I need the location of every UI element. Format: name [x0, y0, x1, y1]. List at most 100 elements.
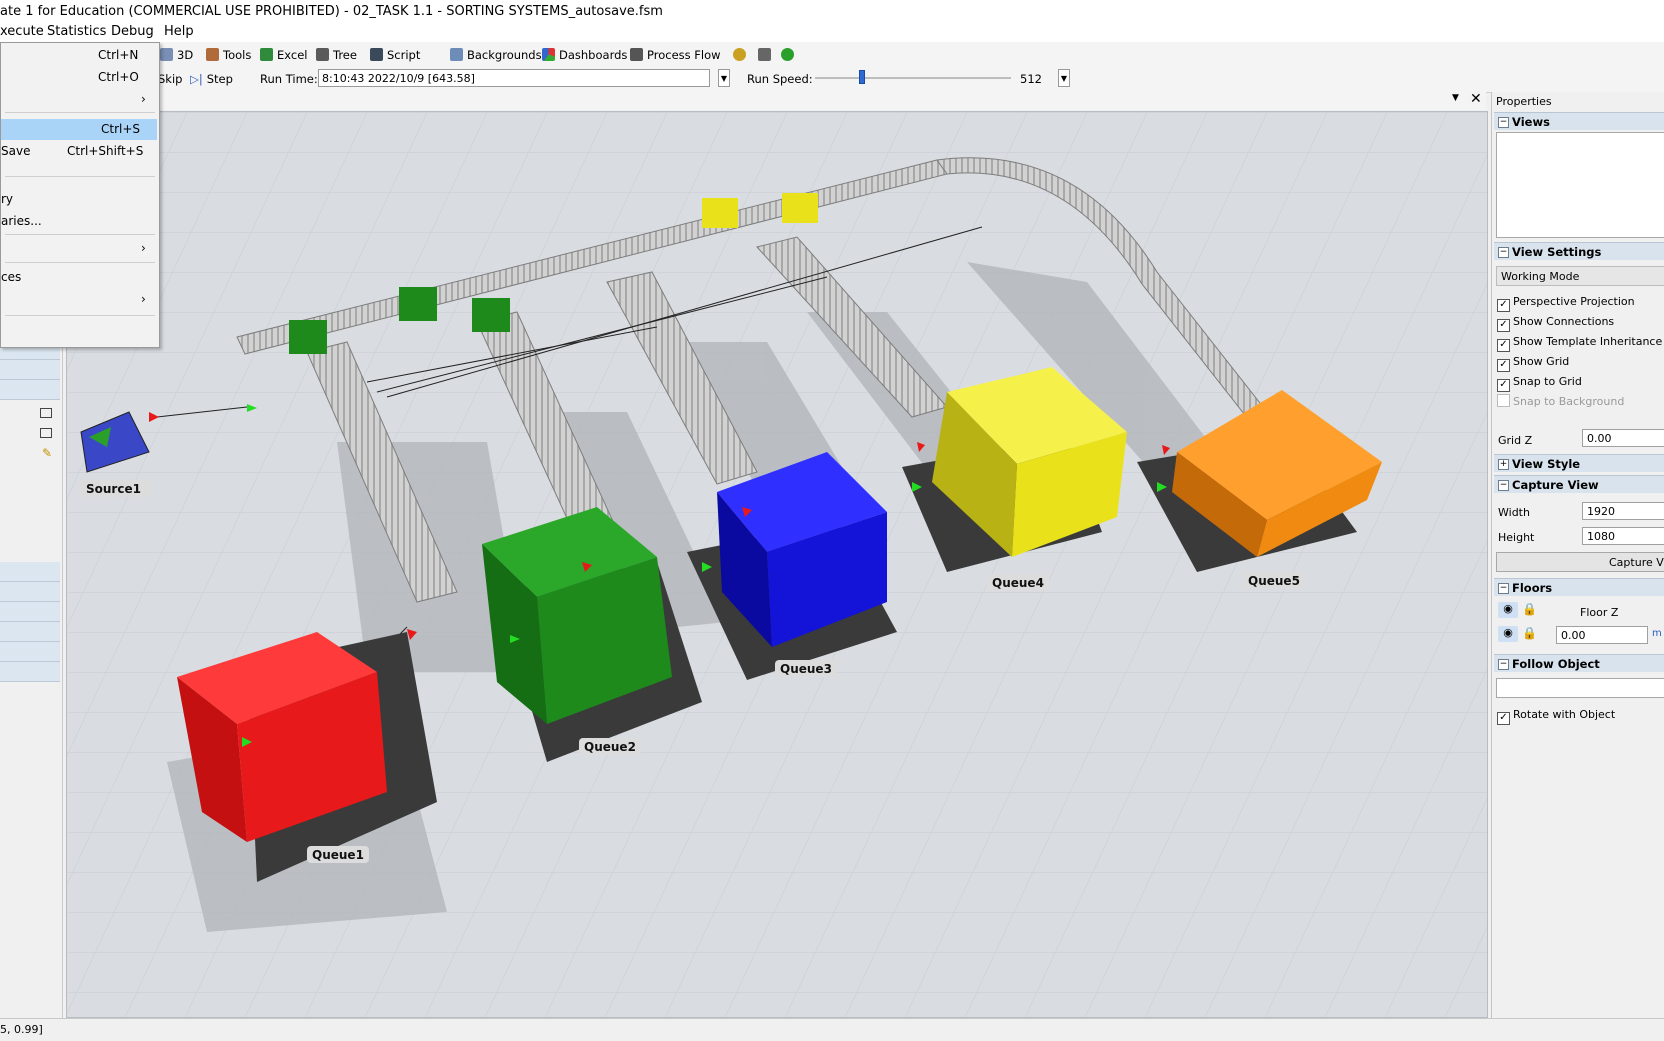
- rotate-with-object-checkbox[interactable]: ✓ Rotate with Object: [1497, 706, 1615, 725]
- lock-icon[interactable]: 🔒: [1522, 626, 1537, 640]
- grid-3d-icon: [160, 48, 173, 61]
- run-speed-slider[interactable]: [815, 77, 1011, 79]
- collapse-icon: −: [1498, 247, 1509, 258]
- viewport-header: ▼ ✕: [66, 91, 1486, 110]
- library-row[interactable]: [0, 662, 60, 682]
- capture-height-input[interactable]: 1080: [1582, 527, 1664, 545]
- step-icon: ▷|: [190, 72, 203, 86]
- views-list[interactable]: [1496, 132, 1664, 238]
- backgrounds-button[interactable]: Backgrounds: [450, 46, 542, 64]
- label-queue1: Queue1: [312, 848, 364, 862]
- library-row[interactable]: [0, 622, 60, 642]
- view-style-section-header[interactable]: + View Style: [1494, 454, 1664, 472]
- status-coordinates: 5, 0.99]: [0, 1023, 43, 1036]
- help-button[interactable]: [781, 46, 798, 64]
- show-connections-checkbox[interactable]: ✓ Show Connections: [1497, 313, 1614, 332]
- backgrounds-icon: [450, 48, 463, 61]
- menu-item-submenu[interactable]: ›: [1, 289, 157, 310]
- library-row[interactable]: [0, 380, 60, 400]
- collapse-icon: −: [1498, 117, 1509, 128]
- library-row[interactable]: [0, 602, 60, 622]
- main-toolbar: 3D Tools Excel Tree Script Backgrounds D…: [150, 42, 1664, 67]
- grid-z-input[interactable]: 0.00: [1582, 429, 1664, 447]
- dashboards-icon: [542, 48, 555, 61]
- menu-item-save-as[interactable]: Save Ctrl+Shift+S: [1, 141, 157, 162]
- library-row[interactable]: [0, 582, 60, 602]
- pencil-icon[interactable]: ✎: [42, 446, 52, 460]
- perspective-projection-checkbox[interactable]: ✓ Perspective Projection: [1497, 293, 1635, 312]
- lock-icon[interactable]: 🔒: [1522, 602, 1537, 616]
- view-3d-button[interactable]: 3D: [160, 46, 193, 64]
- run-speed-value: 512: [1020, 72, 1042, 86]
- label-queue2: Queue2: [584, 740, 636, 754]
- snap-to-background-checkbox[interactable]: Snap to Background: [1497, 393, 1624, 411]
- run-time-dropdown[interactable]: ▼: [718, 69, 730, 87]
- follow-object-input[interactable]: [1496, 678, 1664, 698]
- tree-icon: [316, 48, 329, 61]
- follow-object-section-header[interactable]: − Follow Object: [1494, 654, 1664, 672]
- rectangle-tool-icon[interactable]: [40, 428, 52, 438]
- run-time-label: Run Time:: [260, 72, 318, 86]
- menu-help[interactable]: Help: [164, 22, 194, 42]
- library-row[interactable]: [0, 642, 60, 662]
- excel-icon: [260, 48, 273, 61]
- working-mode-dropdown[interactable]: Working Mode: [1496, 266, 1664, 286]
- menu-item-open[interactable]: Ctrl+O: [1, 67, 157, 88]
- capture-width-input[interactable]: 1920: [1582, 502, 1664, 520]
- eye-icon[interactable]: ◉: [1498, 626, 1518, 642]
- menu-item-new[interactable]: Ctrl+N: [1, 45, 157, 66]
- script-icon: [370, 48, 383, 61]
- views-section-header[interactable]: − Views: [1494, 112, 1664, 130]
- view-settings-section-header[interactable]: − View Settings: [1494, 242, 1664, 260]
- library-row[interactable]: [0, 360, 60, 380]
- library-panel: ✎: [0, 340, 63, 1018]
- expand-icon: +: [1498, 459, 1509, 470]
- menu-item-save[interactable]: Ctrl+S: [1, 119, 157, 140]
- show-template-inheritance-checkbox[interactable]: ✓Show Template Inheritance (T): [1497, 333, 1664, 352]
- capture-view-button[interactable]: Capture Vie: [1496, 552, 1664, 572]
- rectangle-tool-icon[interactable]: [40, 408, 52, 418]
- label-queue4: Queue4: [992, 576, 1044, 590]
- snap-to-grid-checkbox[interactable]: ✓ Snap to Grid: [1497, 373, 1582, 392]
- eye-icon[interactable]: ◉: [1498, 602, 1518, 618]
- settings-gear-button[interactable]: [733, 46, 750, 64]
- process-flow-icon: [630, 48, 643, 61]
- tools-button[interactable]: Tools: [206, 46, 251, 64]
- model-3d-view[interactable]: Source1 Queue1 Queue2 Queue3 Queue4 Queu…: [66, 111, 1488, 1018]
- menu-bar: xecute Statistics Debug Help: [0, 22, 1664, 42]
- menu-item-preferences[interactable]: ces: [1, 267, 157, 288]
- tree-structure-button[interactable]: [758, 46, 775, 64]
- gear-icon: [733, 48, 746, 61]
- dashboards-button[interactable]: Dashboards: [542, 46, 627, 64]
- menu-item-recent[interactable]: ›: [1, 89, 157, 110]
- menu-item-library[interactable]: ry: [1, 189, 157, 210]
- run-speed-label: Run Speed:: [747, 72, 813, 86]
- tree-button[interactable]: Tree: [316, 46, 357, 64]
- menu-debug[interactable]: Debug: [111, 22, 154, 42]
- height-label: Height: [1498, 531, 1535, 544]
- skip-button[interactable]: Skip: [158, 70, 182, 88]
- menu-separator: [5, 234, 155, 235]
- show-grid-checkbox[interactable]: ✓ Show Grid: [1497, 353, 1569, 372]
- floor-z-input[interactable]: 0.00: [1556, 626, 1648, 644]
- viewport-dropdown-icon[interactable]: ▼: [1452, 93, 1459, 103]
- script-button[interactable]: Script: [370, 46, 420, 64]
- close-icon[interactable]: ✕: [1470, 91, 1482, 107]
- collapse-icon: −: [1498, 583, 1509, 594]
- excel-button[interactable]: Excel: [260, 46, 307, 64]
- capture-view-section-header[interactable]: − Capture View: [1494, 475, 1664, 493]
- process-flow-button[interactable]: Process Flow: [630, 46, 721, 64]
- menu-item-libraries[interactable]: aries...: [1, 211, 157, 232]
- file-menu: Ctrl+N Ctrl+O › Ctrl+S Save Ctrl+Shift+S …: [0, 42, 160, 348]
- step-button[interactable]: ▷| Step: [190, 70, 233, 88]
- floors-section-header[interactable]: − Floors: [1494, 578, 1664, 596]
- menu-item-submenu[interactable]: ›: [1, 238, 157, 259]
- run-speed-thumb[interactable]: [859, 70, 866, 84]
- library-row[interactable]: [0, 562, 60, 582]
- scene-svg: Source1 Queue1 Queue2 Queue3 Queue4 Queu…: [67, 112, 1487, 1017]
- run-speed-dropdown[interactable]: ▼: [1058, 69, 1070, 87]
- menu-execute[interactable]: xecute: [0, 22, 44, 42]
- window-title: ate 1 for Education (COMMERCIAL USE PROH…: [0, 0, 1664, 24]
- run-time-field[interactable]: 8:10:43 2022/10/9 [643.58]: [318, 69, 710, 87]
- menu-statistics[interactable]: Statistics: [47, 22, 106, 42]
